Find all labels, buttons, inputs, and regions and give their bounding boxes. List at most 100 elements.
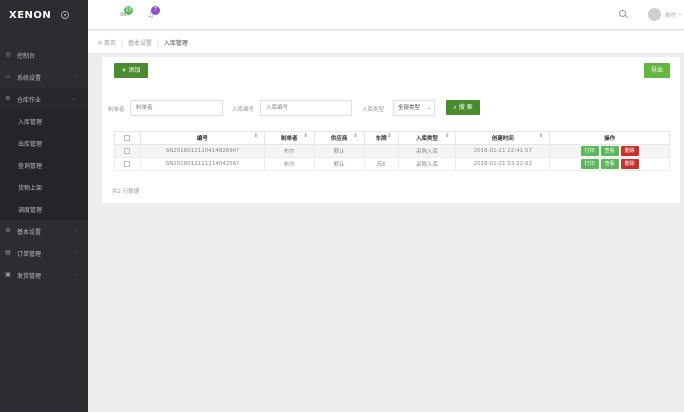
- sidebar-item-shipping[interactable]: ▣ 发货管理 ‹: [0, 264, 88, 286]
- cell-number: SN201801211041482690?: [139, 144, 265, 158]
- row-checkbox[interactable]: [124, 147, 131, 154]
- breadcrumb-home[interactable]: 首页: [104, 38, 116, 47]
- top-bar: ✉ 15 ♫ 7 布尔 ⌄: [88, 0, 684, 30]
- sort-icon: ⇕: [303, 133, 308, 139]
- cell-supplier: 默认: [313, 157, 365, 171]
- sidebar-item-label: 系统设置: [17, 74, 42, 82]
- sidebar-item-dashboard[interactable]: ◎ 控制台: [0, 44, 88, 66]
- chevron-down-icon: ⌄: [71, 96, 76, 102]
- dashboard-icon: ◎: [5, 51, 11, 58]
- table-header-row: 编号 ⇕ 制单者 ⇕ 供应商 ⇕ 车牌 ⇕ 入库类型 ⇕ 创建时间 ⇕ 操作: [114, 131, 670, 145]
- settings-gear-icon[interactable]: [61, 11, 70, 19]
- header-select-all[interactable]: [114, 131, 141, 145]
- row-checkbox[interactable]: [124, 160, 131, 167]
- app-logo[interactable]: XENON: [9, 10, 51, 21]
- print-button[interactable]: 打印: [580, 159, 599, 169]
- sidebar-item-warehouse-ops[interactable]: ⚙ 仓库作业 ⌄: [0, 88, 88, 110]
- gear-icon: ⚙: [5, 227, 11, 234]
- sidebar-item-label: 发货管理: [17, 272, 42, 280]
- cell-type: 采购入库: [397, 144, 457, 158]
- submenu-item-query[interactable]: 查询管理: [0, 154, 88, 176]
- content-card: + 添加 导出 制单者 入库编号 入库类型 全部类型 ⌄ ⌕ 搜 索 编号 ⇕ 制…: [102, 57, 680, 203]
- cell-number: SN201801211121404256?: [139, 157, 265, 171]
- cell-plate: 苏E: [363, 157, 399, 171]
- cell-created-time: 2018-01-21 23:22:02: [455, 157, 551, 171]
- cell-type: 采购入库: [397, 157, 457, 171]
- sidebar-item-orders[interactable]: ▤ 订单管理 ‹: [0, 242, 88, 264]
- header-number[interactable]: 编号 ⇕: [139, 131, 265, 145]
- inbound-table: 编号 ⇕ 制单者 ⇕ 供应商 ⇕ 车牌 ⇕ 入库类型 ⇕ 创建时间 ⇕ 操作 SN20180…: [114, 131, 670, 171]
- header-label: 制单者: [281, 136, 298, 142]
- creator-filter-label: 制单者: [108, 107, 125, 113]
- table-row: SN201801211041482690? 布尔 默认 采购入库 2018-01…: [114, 144, 670, 158]
- sort-icon: ⇕: [387, 133, 392, 139]
- delete-button[interactable]: 删除: [620, 159, 639, 169]
- sidebar-item-system-settings[interactable]: ▭ 系统设置 ‹: [0, 66, 88, 88]
- delete-button[interactable]: 删除: [620, 146, 639, 156]
- gear-icon: ⚙: [5, 95, 11, 102]
- breadcrumb-current: 入库管理: [163, 39, 188, 47]
- header-label: 车牌: [375, 136, 387, 142]
- sidebar-item-label: 基本设置: [17, 228, 42, 236]
- view-button[interactable]: 查看: [600, 146, 619, 156]
- search-button[interactable]: ⌕ 搜 索: [446, 100, 480, 115]
- submenu-item-inbound[interactable]: 入库管理: [0, 110, 88, 132]
- table-row: SN201801211121404256? 布尔 默认 苏E 采购入库 2018…: [114, 157, 670, 171]
- print-button[interactable]: 打印: [580, 146, 599, 156]
- header-type[interactable]: 入库类型 ⇕: [397, 131, 457, 145]
- total-count: 共2 行数据: [112, 189, 140, 195]
- select-all-checkbox[interactable]: [124, 134, 131, 141]
- logo-bar: XENON: [0, 0, 88, 30]
- submenu-item-shelving[interactable]: 货物上架: [0, 176, 88, 198]
- cell-creator: 布尔: [263, 157, 315, 171]
- cell-plate: [363, 144, 399, 158]
- sidebar-item-label: 订单管理: [17, 250, 42, 258]
- alerts-notification[interactable]: ♫ 7: [147, 6, 160, 19]
- header-label: 供应商: [330, 136, 348, 142]
- messages-badge: 15: [124, 6, 133, 15]
- header-label: 入库类型: [415, 136, 438, 142]
- sort-icon: ⇕: [445, 133, 450, 139]
- add-button[interactable]: + 添加: [114, 63, 148, 78]
- breadcrumb-level1[interactable]: 基本设置: [128, 38, 152, 47]
- header-supplier[interactable]: 供应商 ⇕: [313, 131, 365, 145]
- search-icon[interactable]: [619, 10, 626, 17]
- messages-notification[interactable]: ✉ 15: [120, 6, 133, 19]
- sort-icon: ⇕: [539, 133, 544, 139]
- chevron-left-icon: ‹: [74, 250, 76, 256]
- breadcrumb-separator: /: [156, 38, 159, 46]
- view-button[interactable]: 查看: [600, 159, 619, 169]
- sidebar-item-basic-settings[interactable]: ⚙ 基本设置 ‹: [0, 220, 88, 242]
- header-label: 创建时间: [491, 136, 514, 142]
- submenu-item-outbound[interactable]: 出库管理: [0, 132, 88, 154]
- truck-icon: ▣: [5, 271, 11, 278]
- header-creator[interactable]: 制单者 ⇕: [263, 131, 315, 145]
- type-filter-label: 入库类型: [362, 107, 385, 113]
- submenu-item-dispatch[interactable]: 调度管理: [0, 198, 88, 220]
- chevron-left-icon: ‹: [74, 272, 76, 278]
- header-label: 编号: [196, 136, 208, 142]
- header-plate[interactable]: 车牌 ⇕: [363, 131, 399, 145]
- username[interactable]: 布尔: [665, 11, 676, 19]
- header-created-time[interactable]: 创建时间 ⇕: [455, 131, 551, 145]
- number-input[interactable]: [260, 100, 352, 116]
- creator-input[interactable]: [130, 100, 223, 116]
- cell-supplier: 默认: [313, 144, 365, 158]
- row-select[interactable]: [114, 144, 141, 158]
- sort-icon: ⇕: [353, 133, 358, 139]
- add-button-label: 添加: [128, 67, 141, 74]
- plus-icon: +: [121, 67, 127, 74]
- type-select-value: 全部类型: [398, 105, 421, 111]
- row-select[interactable]: [114, 157, 141, 171]
- search-icon: ⌕: [453, 104, 457, 111]
- type-select[interactable]: 全部类型 ⌄: [393, 100, 435, 116]
- alerts-badge: 7: [151, 6, 160, 15]
- sort-icon: ⇕: [253, 133, 258, 139]
- export-button[interactable]: 导出: [644, 63, 670, 78]
- chevron-down-icon: ⌄: [426, 105, 431, 111]
- number-filter-label: 入库编号: [232, 107, 255, 113]
- avatar[interactable]: [648, 8, 661, 21]
- cell-created-time: 2018-01-21 22:41:57: [455, 144, 551, 158]
- chevron-down-icon[interactable]: ⌄: [678, 11, 682, 17]
- search-button-label: 搜 索: [458, 104, 473, 111]
